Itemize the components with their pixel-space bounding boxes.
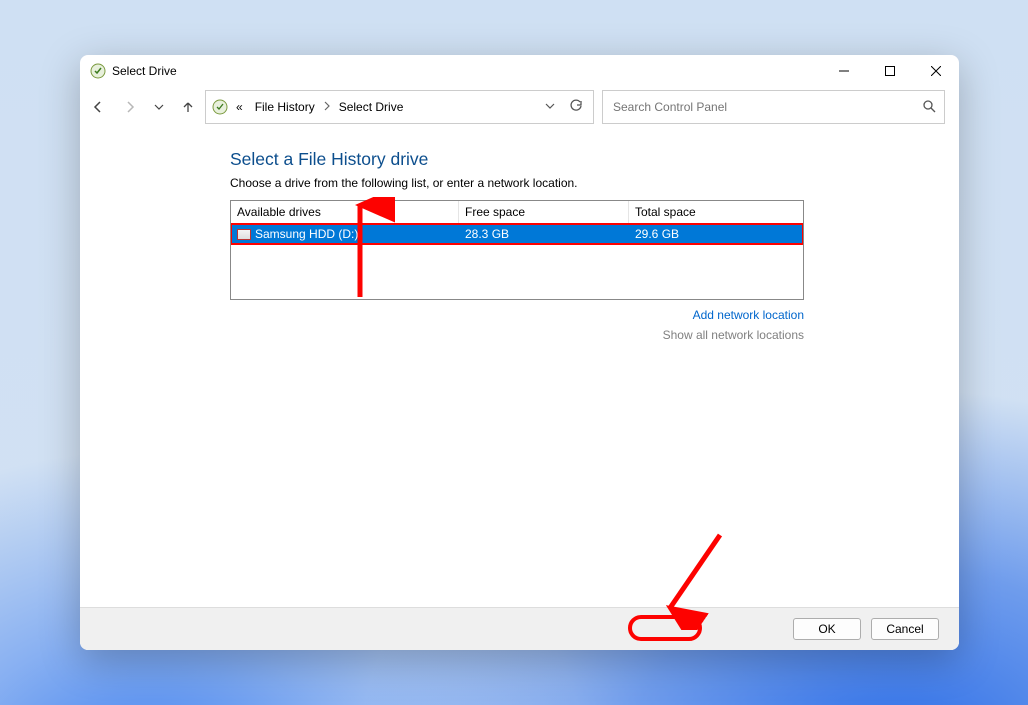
search-box[interactable] xyxy=(602,90,945,124)
nav-row: « File History Select Drive xyxy=(80,87,959,127)
breadcrumb-select-drive[interactable]: Select Drive xyxy=(335,98,408,116)
drive-total: 29.6 GB xyxy=(629,227,803,241)
window-title: Select Drive xyxy=(112,64,177,78)
drive-name: Samsung HDD (D:) xyxy=(255,227,358,241)
refresh-button[interactable] xyxy=(565,99,587,116)
search-input[interactable] xyxy=(611,99,922,115)
address-dropdown[interactable] xyxy=(539,100,561,114)
footer: OK Cancel xyxy=(80,607,959,650)
link-group: Add network location Show all network lo… xyxy=(230,308,804,342)
search-icon[interactable] xyxy=(922,99,936,116)
recent-dropdown[interactable] xyxy=(153,98,165,116)
select-drive-window: Select Drive xyxy=(80,55,959,650)
up-button[interactable] xyxy=(179,98,197,116)
cancel-button[interactable]: Cancel xyxy=(871,618,939,640)
breadcrumb-prefix[interactable]: « xyxy=(232,98,247,116)
maximize-button[interactable] xyxy=(867,55,913,87)
address-bar[interactable]: « File History Select Drive xyxy=(205,90,594,124)
content-area: Select a File History drive Choose a dri… xyxy=(80,127,959,607)
drive-row-samsung-hdd[interactable]: Samsung HDD (D:) 28.3 GB 29.6 GB xyxy=(231,224,803,244)
minimize-button[interactable] xyxy=(821,55,867,87)
control-panel-icon xyxy=(212,99,228,115)
back-button[interactable] xyxy=(89,98,107,116)
page-subtext: Choose a drive from the following list, … xyxy=(230,176,879,190)
titlebar: Select Drive xyxy=(80,55,959,87)
chevron-right-icon xyxy=(323,100,331,114)
header-available-drives[interactable]: Available drives xyxy=(231,201,459,223)
page-heading: Select a File History drive xyxy=(230,149,879,170)
ok-button[interactable]: OK xyxy=(793,618,861,640)
link-show-all-network-locations: Show all network locations xyxy=(230,328,804,342)
close-button[interactable] xyxy=(913,55,959,87)
table-header-row: Available drives Free space Total space xyxy=(231,201,803,224)
header-total-space[interactable]: Total space xyxy=(629,201,803,223)
drive-icon xyxy=(237,229,251,240)
drive-free: 28.3 GB xyxy=(459,227,629,241)
drive-list: Available drives Free space Total space … xyxy=(230,200,804,300)
forward-button[interactable] xyxy=(121,98,139,116)
app-icon xyxy=(90,63,106,79)
header-free-space[interactable]: Free space xyxy=(459,201,629,223)
breadcrumb-file-history[interactable]: File History xyxy=(251,98,319,116)
link-add-network-location[interactable]: Add network location xyxy=(230,308,804,322)
